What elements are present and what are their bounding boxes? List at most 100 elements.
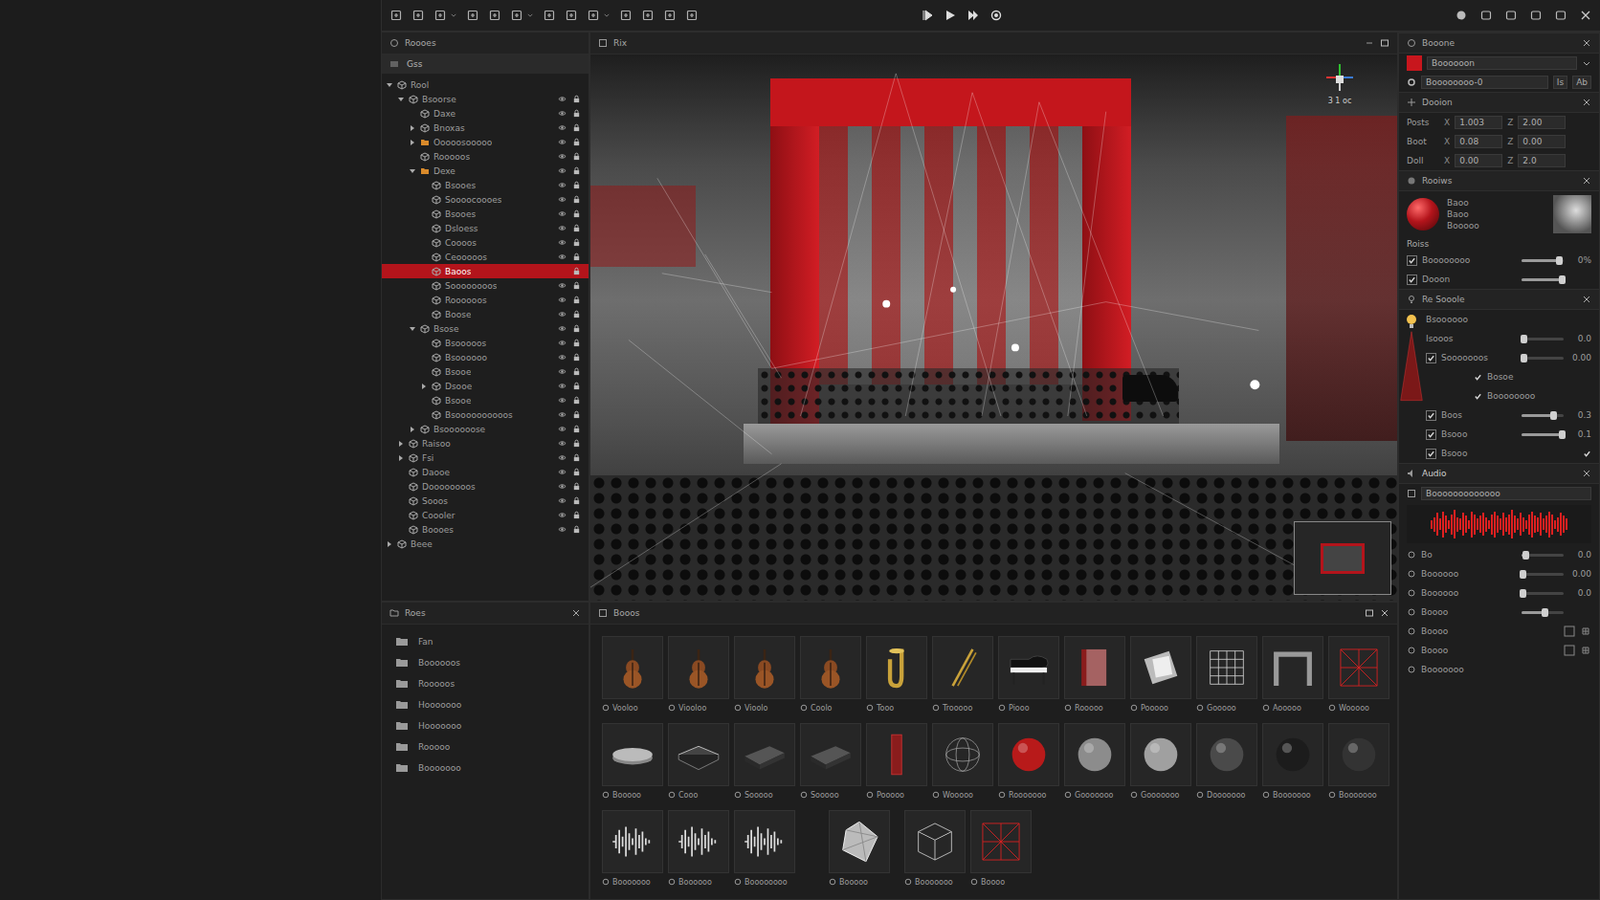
grid-icon[interactable]	[510, 8, 524, 23]
expand-caret-icon[interactable]	[408, 124, 417, 133]
minimize-icon[interactable]	[1364, 38, 1375, 48]
close-icon[interactable]	[1581, 176, 1592, 186]
lock-icon[interactable]	[572, 482, 581, 491]
visibility-icon[interactable]	[557, 467, 567, 477]
snap-icon[interactable]	[663, 8, 677, 23]
slider-thumb[interactable]	[1558, 430, 1566, 440]
tree-row[interactable]: Bsoorse	[381, 91, 589, 107]
wand-icon[interactable]	[619, 8, 633, 23]
close-icon[interactable]	[1379, 608, 1390, 619]
lock-icon[interactable]	[572, 310, 581, 319]
tree-row[interactable]: Bsooe	[381, 393, 589, 408]
checkbox[interactable]	[1406, 274, 1418, 286]
expand-caret-icon[interactable]	[397, 454, 405, 463]
z-field[interactable]: 2.00	[1517, 115, 1566, 130]
material-field[interactable]: Baoo	[1446, 209, 1546, 220]
expand-caret-icon[interactable]	[420, 382, 428, 391]
lock-icon[interactable]	[572, 281, 581, 290]
window-icon[interactable]	[1554, 8, 1568, 23]
visibility-icon[interactable]	[557, 109, 567, 118]
check-icon[interactable]	[1473, 373, 1483, 382]
maximize-icon[interactable]	[1379, 38, 1390, 48]
open-file-icon[interactable]	[411, 8, 425, 23]
slider-thumb[interactable]	[1522, 551, 1530, 560]
lock-icon[interactable]	[572, 410, 581, 420]
asset-tile[interactable]: Rooooo	[1064, 636, 1126, 714]
asset-tile[interactable]: Viooloo	[667, 636, 730, 714]
visibility-icon[interactable]	[557, 252, 567, 262]
z-field[interactable]: 2.0	[1517, 154, 1566, 168]
tree-row[interactable]: Dsooe	[381, 378, 589, 394]
asset-tile[interactable]: Gooooooo	[1064, 723, 1126, 801]
asset-tile[interactable]: Boooooo	[667, 810, 730, 889]
expand-caret-icon[interactable]	[408, 138, 417, 147]
slider[interactable]	[1521, 554, 1564, 557]
gear-icon[interactable]	[1406, 77, 1417, 88]
lock-icon[interactable]	[572, 338, 581, 348]
check-icon[interactable]	[1473, 392, 1483, 401]
lock-icon[interactable]	[572, 367, 581, 377]
dropdown-icon[interactable]	[1581, 58, 1592, 68]
tree-row[interactable]: Coooos	[381, 235, 589, 250]
tree-row[interactable]: Daxe	[381, 106, 589, 121]
check-icon[interactable]	[1582, 449, 1592, 459]
tree-row[interactable]: Bsoooooooooos	[381, 407, 589, 423]
tree-row[interactable]: Roooooos	[381, 292, 589, 308]
asset-tile[interactable]: Booooo	[601, 723, 664, 801]
z-field[interactable]: 0.00	[1517, 134, 1566, 149]
asset-tile[interactable]: Pooooo	[1130, 636, 1192, 714]
slider-thumb[interactable]	[1519, 570, 1527, 579]
lock-icon[interactable]	[572, 467, 581, 477]
folder-row[interactable]: Booooooo	[395, 760, 576, 777]
lock-icon[interactable]	[572, 123, 581, 133]
lock-icon[interactable]	[572, 180, 581, 190]
tree-row[interactable]: Soooooooos	[381, 278, 589, 293]
visibility-icon[interactable]	[557, 511, 567, 520]
tree-row[interactable]: Bsose	[381, 321, 589, 336]
lock-icon[interactable]	[572, 238, 581, 247]
asset-tile[interactable]: Wooooo	[932, 723, 994, 801]
folder-row[interactable]: Boooooos	[395, 655, 576, 671]
lock-icon[interactable]	[572, 94, 581, 104]
checkbox[interactable]	[1425, 429, 1437, 441]
tree-row[interactable]: Bsooooos	[381, 335, 589, 351]
asset-tile[interactable]: Gooooo	[1196, 636, 1258, 714]
folder-row[interactable]: Hooooooo	[395, 718, 576, 734]
tree-row[interactable]: Coooler	[381, 508, 589, 523]
asset-tile[interactable]: Booooooo	[1328, 723, 1390, 801]
lock-icon[interactable]	[572, 496, 581, 506]
visibility-icon[interactable]	[557, 353, 567, 362]
frame-icon[interactable]	[488, 8, 502, 23]
visibility-icon[interactable]	[557, 396, 567, 405]
slider-thumb[interactable]	[1558, 275, 1566, 285]
slider[interactable]	[1521, 592, 1564, 596]
tree-row[interactable]: Daooe	[381, 465, 589, 480]
tree-row[interactable]: Dsloess	[381, 221, 589, 236]
slider-thumb[interactable]	[1520, 334, 1528, 344]
material-field[interactable]: Baoo	[1446, 198, 1546, 208]
slider[interactable]	[1521, 337, 1564, 341]
asset-tile[interactable]: Cooo	[667, 723, 730, 801]
object-name-field[interactable]: Boooooon	[1426, 56, 1578, 70]
x-field[interactable]: 1.003	[1454, 115, 1503, 130]
expand-caret-icon[interactable]	[385, 81, 394, 89]
checkbox[interactable]	[1425, 353, 1437, 364]
asset-tile[interactable]: Sooooo	[733, 723, 796, 801]
lock-icon[interactable]	[572, 353, 581, 362]
slider-thumb[interactable]	[1541, 608, 1549, 618]
lock-icon[interactable]	[572, 324, 581, 334]
orientation-gizmo[interactable]: 3 1 oc	[1320, 60, 1359, 106]
visibility-icon[interactable]	[557, 94, 567, 104]
checkbox[interactable]	[1425, 410, 1437, 422]
layers-icon[interactable]	[586, 8, 600, 23]
visibility-icon[interactable]	[557, 453, 567, 463]
slider[interactable]	[1521, 611, 1564, 615]
visibility-icon[interactable]	[557, 525, 567, 534]
folder-row[interactable]: Rooooo	[395, 739, 576, 756]
visibility-icon[interactable]	[557, 482, 567, 491]
asset-tile[interactable]: Booooo	[828, 810, 890, 889]
move-icon[interactable]	[433, 8, 447, 23]
asset-tile[interactable]: Boooo	[970, 810, 1032, 889]
asset-tile[interactable]: Coolo	[800, 636, 862, 714]
visibility-icon[interactable]	[557, 166, 567, 176]
